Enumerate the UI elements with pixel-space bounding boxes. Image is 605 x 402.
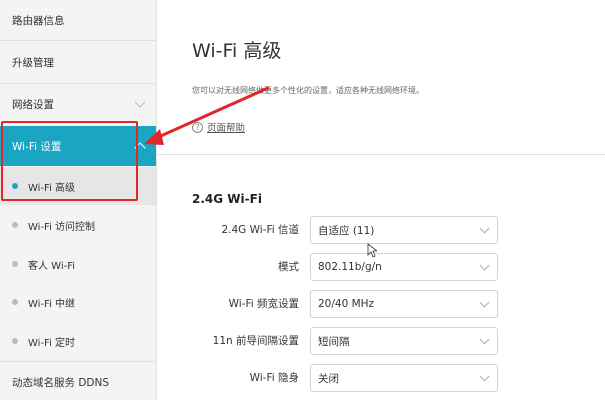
hidden-ssid-value: 关闭: [318, 372, 339, 385]
sidebar-subitem-label: Wi-Fi 中继: [28, 298, 76, 310]
sidebar-item-label: 升级管理: [12, 56, 54, 69]
channel-label: 2.4G Wi-Fi 信道: [221, 224, 299, 236]
bullet-icon: [12, 338, 18, 344]
chevron-down-icon: [479, 297, 490, 308]
mode-select[interactable]: 802.11b/g/n: [310, 253, 498, 281]
page-help-link[interactable]: ? 页面帮助: [192, 120, 245, 134]
sidebar-subitem-wifi-access-control[interactable]: Wi-Fi 访问控制: [0, 206, 156, 244]
sidebar-subitem-label: Wi-Fi 定时: [28, 337, 76, 349]
chevron-down-icon: [479, 334, 490, 345]
bandwidth-value: 20/40 MHz: [318, 298, 375, 310]
sidebar-item-ddns[interactable]: 动态域名服务 DDNS: [0, 362, 156, 402]
sidebar-subitem-guest-wifi[interactable]: 客人 Wi-Fi: [0, 245, 156, 283]
bandwidth-label: Wi-Fi 频宽设置: [228, 298, 299, 310]
sidebar-item-network[interactable]: 网络设置: [0, 84, 156, 124]
bullet-icon: [12, 222, 18, 228]
page-title: Wi-Fi 高级: [192, 40, 282, 62]
sidebar-item-label: 网络设置: [12, 98, 54, 111]
sidebar-subitem-wifi-schedule[interactable]: Wi-Fi 定时: [0, 322, 156, 360]
page-help-label: 页面帮助: [207, 123, 246, 134]
sidebar-subitem-label: 客人 Wi-Fi: [28, 260, 76, 272]
divider: [0, 40, 156, 41]
hidden-ssid-label: Wi-Fi 隐身: [249, 372, 299, 384]
divider: [158, 154, 605, 155]
main-content: Wi-Fi 高级 您可以对无线网络做更多个性化的设置，适应各种无线网络环境。 ?…: [158, 0, 605, 400]
mode-label: 模式: [278, 261, 299, 273]
bullet-icon: [12, 299, 18, 305]
sidebar-item-router-info[interactable]: 路由器信息: [0, 0, 156, 40]
annotation-highlight-box: [1, 121, 138, 201]
guard-interval-select[interactable]: 短间隔: [310, 327, 498, 355]
page-description: 您可以对无线网络做更多个性化的设置，适应各种无线网络环境。: [192, 86, 424, 95]
channel-select[interactable]: 自适应 (11): [310, 216, 498, 244]
chevron-down-icon: [479, 260, 490, 271]
channel-value: 自适应 (11): [318, 224, 375, 237]
bandwidth-select[interactable]: 20/40 MHz: [310, 290, 498, 318]
question-circle-icon: ?: [192, 121, 203, 133]
chevron-down-icon: [479, 223, 490, 234]
sidebar-subitem-label: Wi-Fi 访问控制: [28, 221, 96, 233]
guard-interval-value: 短间隔: [318, 335, 350, 348]
sidebar-item-label: 动态域名服务 DDNS: [12, 376, 110, 389]
section-title: 2.4G Wi-Fi: [192, 192, 262, 206]
sidebar-item-label: 路由器信息: [12, 14, 65, 27]
mouse-cursor-icon: [367, 243, 377, 258]
hidden-ssid-select[interactable]: 关闭: [310, 364, 498, 392]
sidebar-item-upgrade[interactable]: 升级管理: [0, 42, 156, 82]
bullet-icon: [12, 261, 18, 267]
sidebar-subitem-wifi-repeater[interactable]: Wi-Fi 中继: [0, 283, 156, 321]
chevron-down-icon: [479, 371, 490, 382]
guard-interval-label: 11n 前导间隔设置: [212, 335, 299, 347]
mode-value: 802.11b/g/n: [318, 261, 382, 273]
chevron-down-icon: [134, 96, 146, 108]
